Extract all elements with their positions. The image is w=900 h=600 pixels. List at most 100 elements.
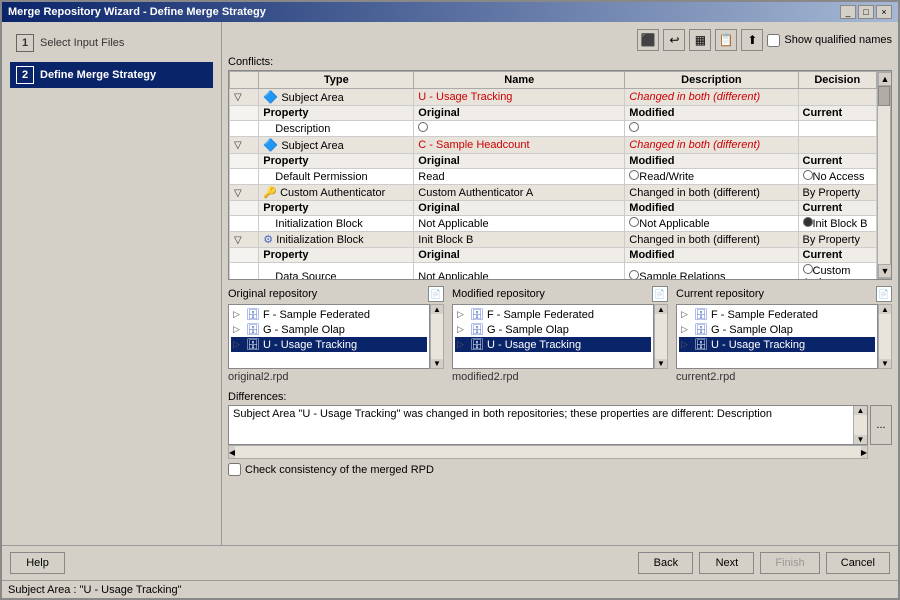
diff-scroll-up[interactable]: ▲ — [854, 406, 867, 415]
scroll-track — [878, 86, 890, 264]
modified-repo-tree[interactable]: ▷ 🗄 F - Sample Federated ▷ 🗄 G - Sample … — [452, 304, 654, 369]
toolbar-btn-5[interactable]: ⬆ — [741, 29, 763, 51]
current-repo-filename: current2.rpd — [676, 371, 892, 383]
table-row: Property Original Modified Current — [230, 201, 877, 216]
table-row[interactable]: ▽ ⚙ Initialization Block Init Block B Ch… — [230, 232, 877, 248]
name-cell-3: Custom Authenticator A — [414, 185, 625, 201]
differences-box-row: Subject Area "U - Usage Tracking" was ch… — [228, 405, 892, 445]
subject-area-icon-1: 🔷 — [263, 90, 278, 104]
radio-mod-1[interactable] — [629, 122, 639, 132]
radio-orig-1[interactable] — [418, 122, 428, 132]
list-item[interactable]: ▷ 🗄 F - Sample Federated — [231, 307, 427, 322]
list-item[interactable]: ▷ 🗄 F - Sample Federated — [455, 307, 651, 322]
help-button[interactable]: Help — [10, 552, 65, 574]
original-repo-doc-icon[interactable]: 📄 — [428, 286, 444, 302]
cur-label-2: G - Sample Olap — [711, 324, 793, 336]
toolbar-btn-3[interactable]: ▦ — [689, 29, 711, 51]
diff-scrollbar[interactable]: ▲ ▼ — [853, 406, 867, 444]
mod-scroll-up[interactable]: ▲ — [655, 305, 667, 314]
diff-hscroll-right[interactable]: ▶ — [861, 446, 867, 458]
cur-scroll-down[interactable]: ▼ — [879, 359, 891, 368]
expand-icon-3[interactable]: ▽ — [234, 188, 242, 199]
list-item[interactable]: ▷ 🗄 U - Usage Tracking — [679, 337, 875, 352]
auth-icon: 🔑 — [263, 187, 277, 199]
desc-cell-3: Changed in both (different) — [625, 185, 798, 201]
list-item[interactable]: ▷ 🗄 U - Usage Tracking — [231, 337, 427, 352]
radio-mod-4[interactable] — [629, 270, 639, 279]
check-consistency-checkbox[interactable] — [228, 463, 241, 476]
expand-icon-4[interactable]: ▽ — [234, 235, 242, 246]
type-label-1: Subject Area — [281, 92, 343, 104]
prop3-col-2: Original — [414, 201, 625, 216]
main-window: Merge Repository Wizard - Define Merge S… — [0, 0, 900, 600]
diff-hscrollbar[interactable]: ◀ ▶ — [228, 445, 868, 459]
current-repo-tree[interactable]: ▷ 🗄 F - Sample Federated ▷ 🗄 G - Sample … — [676, 304, 878, 369]
list-item[interactable]: ▷ 🗄 G - Sample Olap — [455, 322, 651, 337]
table-row[interactable]: ▽ 🔑 Custom Authenticator Custom Authenti… — [230, 185, 877, 201]
type-cell: 🔷 Subject Area — [259, 89, 414, 106]
finish-button[interactable]: Finish — [760, 552, 819, 574]
list-item[interactable]: ▷ 🗄 F - Sample Federated — [679, 307, 875, 322]
show-qualified-checkbox[interactable] — [767, 34, 780, 47]
scroll-up-btn[interactable]: ▲ — [878, 72, 892, 86]
table-row[interactable]: ▽ 🔷 Subject Area U - Usage Tracking Chan… — [230, 89, 877, 106]
radio-cur-4[interactable] — [803, 264, 813, 274]
window-controls: _ □ × — [840, 5, 892, 19]
mod-tree-scrollbar[interactable]: ▲ ▼ — [654, 304, 668, 369]
table-row[interactable]: Description — [230, 121, 877, 137]
dots-button[interactable]: ... — [870, 405, 892, 445]
radio-cur-2[interactable] — [803, 170, 813, 180]
toolbar-btn-4[interactable]: 📋 — [715, 29, 737, 51]
modified-repo-doc-icon[interactable]: 📄 — [652, 286, 668, 302]
toolbar-btn-1[interactable]: ⬛ — [637, 29, 659, 51]
title-bar: Merge Repository Wizard - Define Merge S… — [2, 2, 898, 22]
scroll-down-btn[interactable]: ▼ — [878, 264, 892, 278]
sidebar: 1 Select Input Files 2 Define Merge Stra… — [2, 22, 222, 545]
orig-scroll-up[interactable]: ▲ — [431, 305, 443, 314]
orig-tree-scrollbar[interactable]: ▲ ▼ — [430, 304, 444, 369]
radio-mod-2[interactable] — [629, 170, 639, 180]
maximize-button[interactable]: □ — [858, 5, 874, 19]
list-item[interactable]: ▷ 🗄 G - Sample Olap — [231, 322, 427, 337]
back-button[interactable]: Back — [638, 552, 693, 574]
mod-label-1: F - Sample Federated — [487, 309, 594, 321]
original-repo-label: Original repository — [228, 288, 317, 300]
check-consistency-label: Check consistency of the merged RPD — [245, 464, 434, 476]
radio-cur-3[interactable] — [803, 217, 813, 227]
current-repo-doc-icon[interactable]: 📄 — [876, 286, 892, 302]
current-repo-panel: Current repository 📄 ▷ 🗄 F - Sample Fede… — [676, 286, 892, 383]
table-row[interactable]: Initialization Block Not Applicable Not … — [230, 216, 877, 232]
init-indent — [230, 216, 259, 232]
sidebar-item-define-merge[interactable]: 2 Define Merge Strategy — [10, 62, 213, 88]
minimize-button[interactable]: _ — [840, 5, 856, 19]
scroll-thumb[interactable] — [878, 86, 890, 106]
next-button[interactable]: Next — [699, 552, 754, 574]
prop3-col-4: Current — [798, 201, 877, 216]
cur-scroll-up[interactable]: ▲ — [879, 305, 891, 314]
init-original: Not Applicable — [414, 216, 625, 232]
tree-item-label-2: G - Sample Olap — [263, 324, 345, 336]
table-row[interactable]: Data Source Not Applicable Sample Relati… — [230, 263, 877, 280]
table-row[interactable]: ▽ 🔷 Subject Area C - Sample Headcount Ch… — [230, 137, 877, 154]
toolbar-btn-2[interactable]: ↩ — [663, 29, 685, 51]
sidebar-item-select-input[interactable]: 1 Select Input Files — [10, 30, 213, 56]
type-cell-3: 🔑 Custom Authenticator — [259, 185, 414, 201]
close-button[interactable]: × — [876, 5, 892, 19]
list-item[interactable]: ▷ 🗄 U - Usage Tracking — [455, 337, 651, 352]
radio-mod-3[interactable] — [629, 217, 639, 227]
conflicts-scroll-area[interactable]: Type Name Description Decision ▽ — [229, 71, 877, 279]
diff-scroll-down[interactable]: ▼ — [854, 435, 867, 444]
mod-scroll-down[interactable]: ▼ — [655, 359, 667, 368]
type-label-2: Subject Area — [281, 140, 343, 152]
table-row[interactable]: Default Permission Read Read/Write No Ac… — [230, 169, 877, 185]
orig-scroll-down[interactable]: ▼ — [431, 359, 443, 368]
cur-icon-3: 🗄 — [694, 338, 708, 351]
cur-tree-scrollbar[interactable]: ▲ ▼ — [878, 304, 892, 369]
list-item[interactable]: ▷ 🗄 G - Sample Olap — [679, 322, 875, 337]
cancel-button[interactable]: Cancel — [826, 552, 890, 574]
table-row: Property Original Modified Current — [230, 106, 877, 121]
expand-icon-2[interactable]: ▽ — [234, 140, 242, 151]
expand-icon-1[interactable]: ▽ — [234, 92, 242, 103]
conflicts-scrollbar[interactable]: ▲ ▼ — [877, 71, 891, 279]
original-repo-tree[interactable]: ▷ 🗄 F - Sample Federated ▷ 🗄 G - Sample … — [228, 304, 430, 369]
